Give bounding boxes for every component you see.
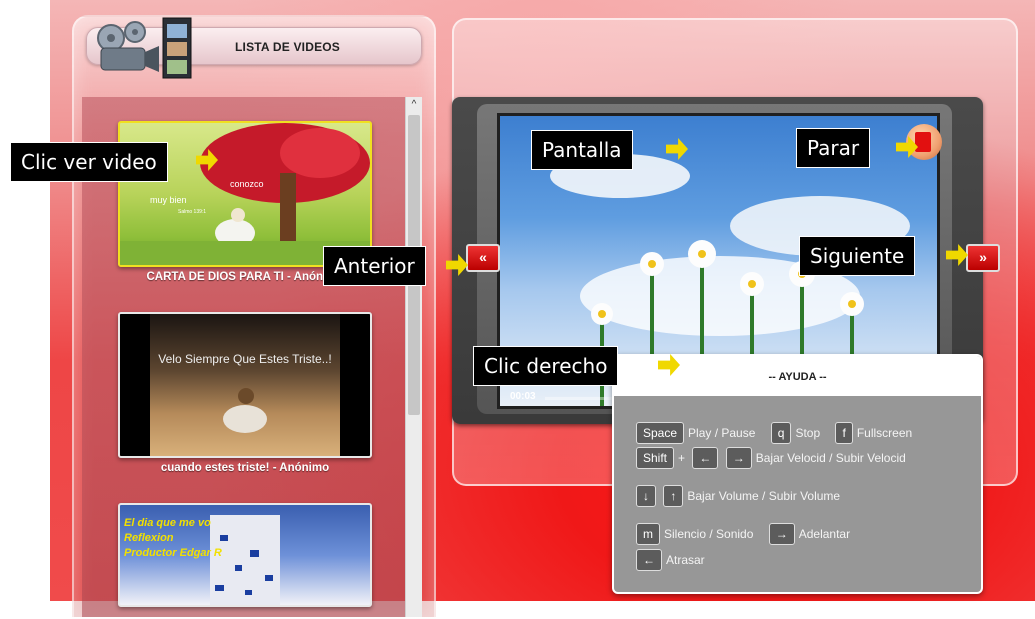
key-up-arrow-icon: ↑ <box>663 485 684 507</box>
help-row: Space Play / Pause q Stop f Fullscreen <box>636 422 924 444</box>
help-text: Fullscreen <box>856 426 913 440</box>
key-shift: Shift <box>636 447 675 469</box>
help-text: Bajar Volume / Subir Volume <box>687 489 841 503</box>
key-space: Space <box>636 422 685 444</box>
help-text: Bajar Velocid / Subir Velocid <box>755 451 906 465</box>
help-row: m Silencio / Sonido → Adelantar <box>636 523 862 545</box>
overlay-text: Salmo 139:1 <box>178 209 207 215</box>
video-list-header: LISTA DE VIDEOS <box>86 17 422 79</box>
callout-anterior: Anterior <box>323 246 426 286</box>
video-caption[interactable]: cuando estes triste! - Anónimo <box>118 462 372 474</box>
video-item[interactable]: Velo Siempre Que Estes Triste..! cuando … <box>118 312 372 474</box>
key-left-arrow-icon: ← <box>692 447 719 469</box>
video-list-scrollbar[interactable]: ^ <box>405 97 422 617</box>
key-f: f <box>835 422 853 444</box>
time-label: 00:03 <box>510 391 536 402</box>
help-row: ↓ ↑ Bajar Volume / Subir Volume <box>636 485 852 507</box>
video-thumbnail[interactable]: Velo Siempre Que Estes Triste..! <box>118 312 372 458</box>
help-text: Atrasar <box>666 553 705 567</box>
key-m: m <box>636 523 660 545</box>
help-text: + <box>678 451 686 465</box>
overlay-text: Productor Edgar R <box>124 547 222 559</box>
overlay-text: conozco <box>230 179 264 189</box>
help-text: Stop <box>795 426 821 440</box>
help-row: ← Atrasar <box>636 549 717 571</box>
help-box: -- AYUDA -- Space Play / Pause q Stop f Ful… <box>612 354 983 594</box>
help-title: -- AYUDA -- <box>768 371 827 383</box>
video-list-title: LISTA DE VIDEOS <box>235 40 341 54</box>
callout-parar: Parar <box>796 128 871 168</box>
key-right-arrow-icon: → <box>768 523 795 545</box>
help-text: Silencio / Sonido <box>664 527 754 541</box>
help-text: Play / Pause <box>688 426 756 440</box>
help-text: Adelantar <box>798 527 851 541</box>
overlay-text: muy bien <box>150 195 187 205</box>
video-thumbnail[interactable]: El dia que me vo Reflexion Productor Edg… <box>118 503 372 607</box>
callout-ver-video: Clic ver video <box>10 142 168 182</box>
callout-siguiente: Siguiente <box>799 236 916 276</box>
video-item[interactable]: El dia que me vo Reflexion Productor Edg… <box>118 503 372 607</box>
key-q: q <box>770 422 792 444</box>
scroll-up-arrow-icon[interactable]: ^ <box>406 97 422 113</box>
callout-clic-derecho: Clic derecho <box>473 346 619 386</box>
key-left-arrow-icon: ← <box>636 549 662 571</box>
sitting-person-image <box>223 388 267 433</box>
overlay-text: El dia que me vo <box>124 517 211 529</box>
previous-button[interactable]: « <box>466 244 500 272</box>
callout-pantalla: Pantalla <box>531 130 633 170</box>
key-down-arrow-icon: ↓ <box>636 485 656 507</box>
film-projector-icon <box>97 17 192 79</box>
help-row: Shift + ← → Bajar Velocid / Subir Velocid <box>636 447 918 469</box>
key-right-arrow-icon: → <box>725 447 752 469</box>
overlay-text: Velo Siempre Que Estes Triste..! <box>158 352 332 366</box>
stop-icon <box>915 132 931 152</box>
overlay-text: Reflexion <box>124 532 174 544</box>
next-button[interactable]: » <box>966 244 1000 272</box>
